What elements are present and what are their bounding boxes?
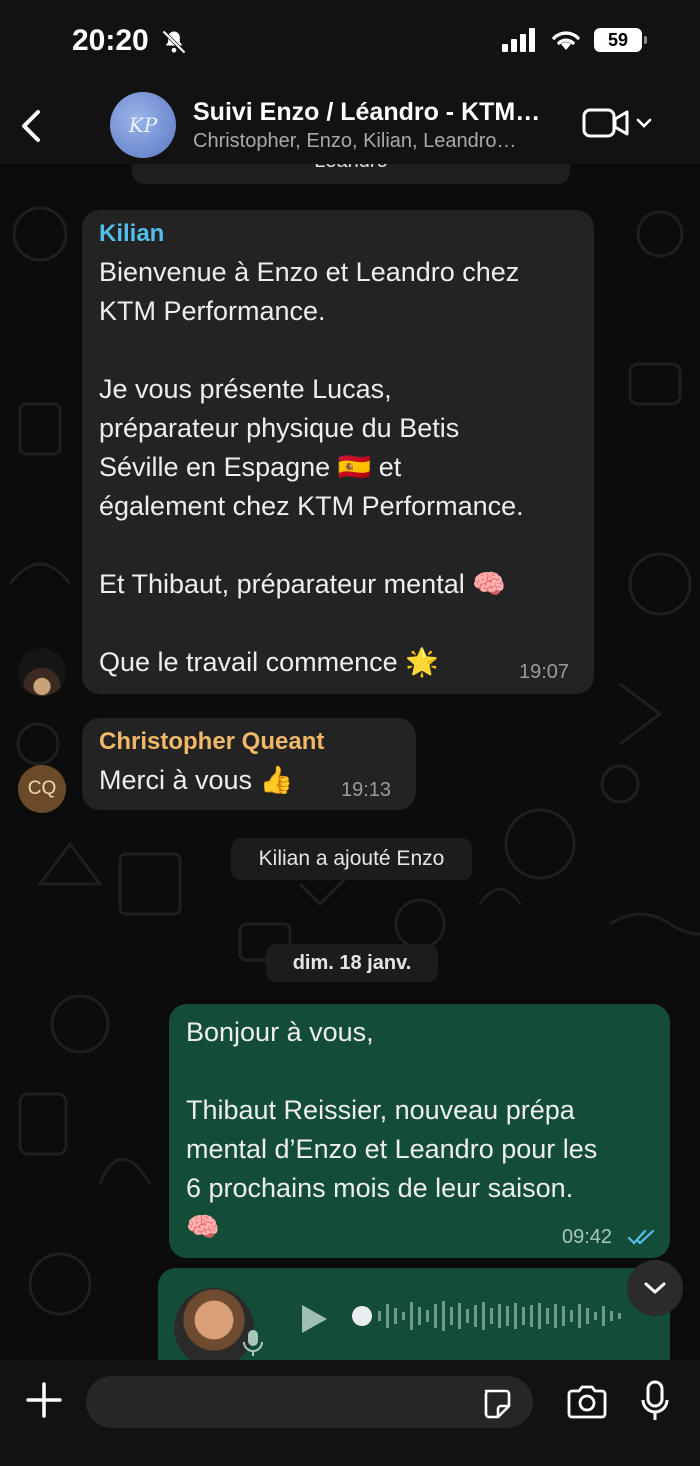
message-bubble-christopher[interactable]: Christopher Queant Merci à vous 👍 19:13: [82, 718, 416, 810]
mic-icon[interactable]: [640, 1380, 670, 1422]
signal-icon: [502, 28, 535, 52]
double-check-icon: [627, 1229, 655, 1245]
scroll-to-bottom-button[interactable]: [627, 1260, 683, 1316]
sender-name[interactable]: Christopher Queant: [99, 728, 324, 756]
camera-icon[interactable]: [565, 1384, 609, 1420]
voice-message-bubble[interactable]: [158, 1268, 670, 1360]
mic-icon: [243, 1330, 263, 1356]
group-avatar[interactable]: KP: [110, 92, 176, 158]
message-time: 09:42: [562, 1226, 613, 1248]
video-call-button[interactable]: [582, 106, 652, 140]
date-divider: dim. 18 janv.: [266, 944, 438, 982]
wifi-icon: [552, 31, 580, 50]
play-icon[interactable]: [298, 1302, 330, 1336]
system-message: Kilian a ajouté Enzo: [231, 838, 472, 880]
back-icon[interactable]: [14, 104, 48, 148]
status-time: 20:20: [72, 24, 149, 57]
message-bubble-kilian[interactable]: Kilian Bienvenue à Enzo et Leandro chez …: [82, 210, 594, 694]
plus-icon[interactable]: [24, 1380, 64, 1420]
message-bubble-outgoing[interactable]: Bonjour à vous, Thibaut Reissier, nouvea…: [169, 1004, 670, 1258]
chat-header: KP Suivi Enzo / Léandro - KTM… Christoph…: [0, 88, 700, 164]
status-bar: 20:20 59: [0, 0, 700, 88]
chat-area[interactable]: Leandro Kilian Bienvenue à Enzo et Leand…: [0, 164, 700, 1360]
chevron-down-icon: [636, 118, 652, 128]
group-title[interactable]: Suivi Enzo / Léandro - KTM…: [193, 98, 540, 127]
message-time: 19:07: [519, 661, 570, 683]
avatar[interactable]: CQ: [18, 765, 66, 813]
bell-off-icon: [162, 30, 186, 54]
avatar[interactable]: [18, 648, 66, 696]
battery-icon: 59: [594, 28, 647, 52]
message-text: Bienvenue à Enzo et Leandro chez KTM Per…: [99, 257, 524, 677]
chevron-down-icon: [644, 1282, 666, 1294]
clipped-system-message: Leandro: [132, 164, 570, 184]
message-input[interactable]: [86, 1376, 533, 1428]
video-call-icon: [582, 108, 629, 138]
sticker-icon[interactable]: [480, 1388, 512, 1420]
group-members[interactable]: Christopher, Enzo, Kilian, Leandro…: [193, 130, 517, 153]
message-text: Bonjour à vous, Thibaut Reissier, nouvea…: [186, 1017, 598, 1242]
message-text: Merci à vous 👍: [99, 765, 294, 795]
message-composer: [0, 1360, 700, 1466]
voice-waveform[interactable]: [352, 1298, 642, 1334]
message-time: 19:13: [341, 779, 392, 801]
sender-name[interactable]: Kilian: [99, 220, 164, 248]
status-indicators: 59: [502, 28, 647, 52]
